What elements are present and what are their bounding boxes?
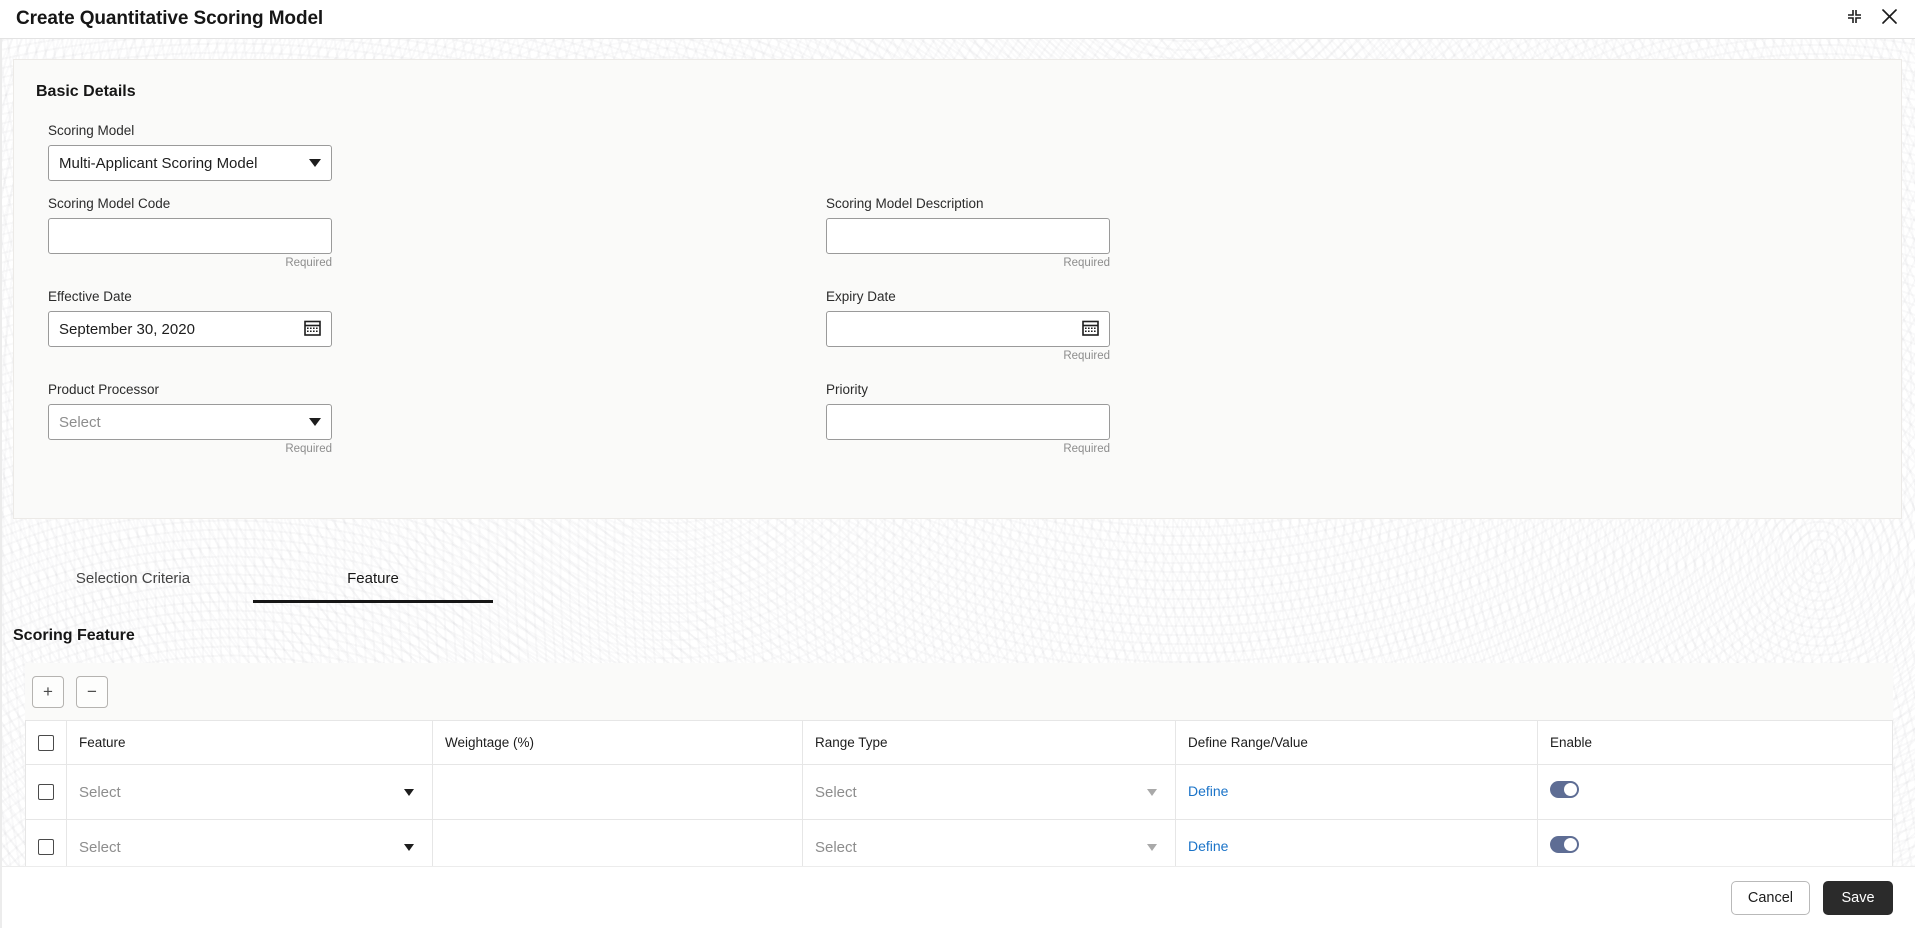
row-checkbox[interactable] xyxy=(38,784,54,800)
scoring-feature-heading: Scoring Feature xyxy=(13,627,135,645)
cell-weightage[interactable] xyxy=(433,765,803,820)
close-icon[interactable] xyxy=(1880,7,1899,31)
column-header-define-range-value: Define Range/Value xyxy=(1176,721,1538,765)
chevron-down-icon xyxy=(1147,789,1157,796)
dialog-footer: Cancel Save xyxy=(0,866,1915,928)
product-processor-value: Select xyxy=(59,414,301,431)
chevron-down-icon xyxy=(309,418,321,426)
row-select-cell xyxy=(26,765,67,820)
remove-row-button[interactable]: − xyxy=(76,676,108,708)
save-button[interactable]: Save xyxy=(1823,881,1893,915)
scoring-model-description-label: Scoring Model Description xyxy=(826,196,1110,212)
field-priority: Priority Required xyxy=(826,382,1110,456)
expiry-date-label: Expiry Date xyxy=(826,289,1110,305)
add-row-button[interactable]: + xyxy=(32,676,64,708)
basic-details-heading: Basic Details xyxy=(36,83,136,101)
select-all-cell xyxy=(26,721,67,765)
scoring-model-code-required: Required xyxy=(48,257,332,270)
field-product-processor: Product Processor Select Required xyxy=(48,382,332,456)
dialog-content: Basic Details Scoring Model Multi-Applic… xyxy=(0,39,1915,928)
enable-toggle[interactable] xyxy=(1550,836,1579,853)
cell-enable xyxy=(1538,765,1893,820)
chevron-down-icon xyxy=(309,159,321,167)
column-header-feature: Feature xyxy=(67,721,433,765)
product-processor-required: Required xyxy=(48,443,332,456)
enable-toggle[interactable] xyxy=(1550,781,1579,798)
feature-select[interactable]: Select xyxy=(79,839,420,856)
cell-define-range-value: Define xyxy=(1176,765,1538,820)
table-header-row: Feature Weightage (%) Range Type Define … xyxy=(26,721,1893,765)
priority-input[interactable] xyxy=(826,404,1110,440)
row-checkbox[interactable] xyxy=(38,839,54,855)
table-toolbar: + − xyxy=(25,663,1893,720)
feature-select-value: Select xyxy=(79,784,404,801)
scoring-model-code-label: Scoring Model Code xyxy=(48,196,332,212)
expiry-date-input[interactable] xyxy=(826,311,1110,347)
window-controls xyxy=(1846,7,1899,31)
collapse-icon[interactable] xyxy=(1846,8,1863,30)
product-processor-label: Product Processor xyxy=(48,382,332,398)
tab-bar: Selection Criteria Feature xyxy=(13,552,1902,612)
product-processor-select[interactable]: Select xyxy=(48,404,332,440)
calendar-icon[interactable] xyxy=(304,319,321,340)
cancel-button[interactable]: Cancel xyxy=(1731,881,1810,915)
column-header-enable: Enable xyxy=(1538,721,1893,765)
scoring-model-description-input[interactable] xyxy=(826,218,1110,254)
scoring-model-label: Scoring Model xyxy=(48,123,332,139)
calendar-icon[interactable] xyxy=(1082,319,1099,340)
priority-label: Priority xyxy=(826,382,1110,398)
tab-selection-criteria[interactable]: Selection Criteria xyxy=(13,552,253,603)
feature-select[interactable]: Select xyxy=(79,784,420,801)
effective-date-value: September 30, 2020 xyxy=(59,321,304,338)
title-bar: Create Quantitative Scoring Model xyxy=(0,0,1915,39)
field-scoring-model: Scoring Model Multi-Applicant Scoring Mo… xyxy=(48,123,332,181)
left-edge-strip xyxy=(0,39,2,928)
expiry-date-required: Required xyxy=(826,350,1110,363)
field-expiry-date: Expiry Date xyxy=(826,289,1110,363)
column-header-weightage: Weightage (%) xyxy=(433,721,803,765)
define-link[interactable]: Define xyxy=(1188,783,1228,799)
chevron-down-icon xyxy=(1147,844,1157,851)
scoring-model-description-required: Required xyxy=(826,257,1110,270)
basic-details-panel: Basic Details Scoring Model Multi-Applic… xyxy=(13,59,1902,519)
range-type-select-value: Select xyxy=(815,839,1147,856)
define-link[interactable]: Define xyxy=(1188,838,1228,854)
cell-range-type: Select xyxy=(803,765,1176,820)
scoring-model-code-input[interactable] xyxy=(48,218,332,254)
page-title: Create Quantitative Scoring Model xyxy=(16,8,323,30)
scoring-feature-table: Feature Weightage (%) Range Type Define … xyxy=(25,720,1893,875)
field-scoring-model-description: Scoring Model Description Required xyxy=(826,196,1110,270)
range-type-select-value: Select xyxy=(815,784,1147,801)
effective-date-input[interactable]: September 30, 2020 xyxy=(48,311,332,347)
scoring-model-value: Multi-Applicant Scoring Model xyxy=(59,155,301,172)
priority-required: Required xyxy=(826,443,1110,456)
chevron-down-icon xyxy=(404,844,414,851)
feature-select-value: Select xyxy=(79,839,404,856)
tab-feature[interactable]: Feature xyxy=(253,552,493,603)
range-type-select[interactable]: Select xyxy=(815,839,1163,856)
cell-feature: Select xyxy=(67,765,433,820)
table-row: Select Select Define xyxy=(26,765,1893,820)
field-scoring-model-code: Scoring Model Code Required xyxy=(48,196,332,270)
scoring-model-select[interactable]: Multi-Applicant Scoring Model xyxy=(48,145,332,181)
scoring-feature-table-wrap: + − Feature Weightage (%) Range Type Def… xyxy=(25,663,1893,875)
select-all-checkbox[interactable] xyxy=(38,735,54,751)
field-effective-date: Effective Date September 30, 2020 xyxy=(48,289,332,347)
chevron-down-icon xyxy=(404,789,414,796)
column-header-range-type: Range Type xyxy=(803,721,1176,765)
range-type-select[interactable]: Select xyxy=(815,784,1163,801)
effective-date-label: Effective Date xyxy=(48,289,332,305)
